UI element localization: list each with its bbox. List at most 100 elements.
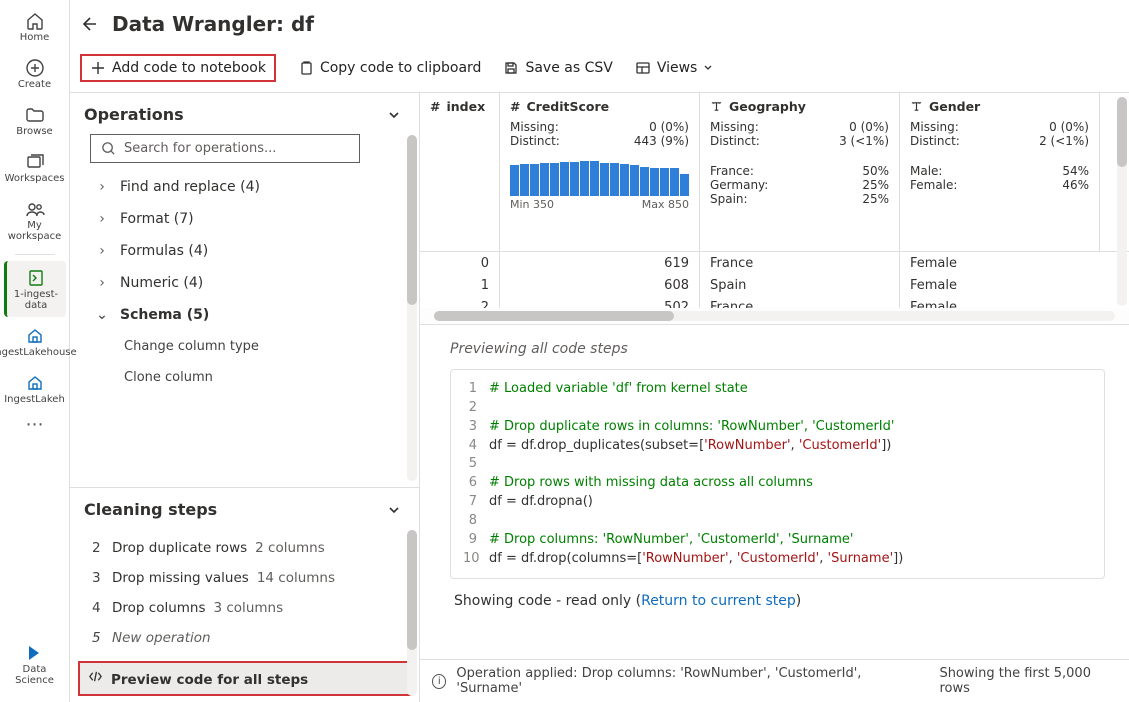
cell: 502 xyxy=(500,296,700,308)
cleaning-header[interactable]: Cleaning steps xyxy=(70,488,419,527)
scroll-thumb[interactable] xyxy=(407,135,417,305)
sidebar-item-label: Create xyxy=(18,79,51,90)
sidebar-item-datascience[interactable]: Data Science xyxy=(4,636,66,692)
save-csv-button[interactable]: Save as CSV xyxy=(503,60,612,76)
hist-bar xyxy=(610,163,619,196)
spark-min: Min 350 xyxy=(510,198,554,211)
sidebar-item-home[interactable]: Home xyxy=(4,4,66,49)
op-label: Find and replace (4) xyxy=(120,179,260,195)
cell: Female xyxy=(900,252,1100,274)
sidebar-more[interactable]: ⋯ xyxy=(4,413,66,437)
search-placeholder: Search for operations... xyxy=(124,141,276,156)
code-line: 8 xyxy=(463,512,1092,531)
plus-icon xyxy=(90,60,106,76)
col-header-index[interactable]: # index xyxy=(420,93,499,120)
stat-label: Missing: xyxy=(710,120,759,134)
code-preview-label: Previewing all code steps xyxy=(450,341,1105,357)
code-line: 7df = df.dropna() xyxy=(463,493,1092,512)
vscroll[interactable] xyxy=(1117,97,1127,306)
op-category-find-replace[interactable]: ›Find and replace (4) xyxy=(92,171,409,203)
status-rows: Showing the first 5,000 rows xyxy=(939,666,1117,696)
sidebar-item-ingestlakehouse-1[interactable]: IngestLakehouse xyxy=(4,319,66,364)
operations-header[interactable]: Operations xyxy=(70,93,419,132)
sidebar-item-create[interactable]: Create xyxy=(4,51,66,96)
creditscore-histogram xyxy=(500,154,699,196)
cell: Female xyxy=(900,296,1100,308)
stat-label: Missing: xyxy=(510,120,559,134)
op-clone-column[interactable]: Clone column xyxy=(92,362,409,393)
stat-value: 0 (0%) xyxy=(649,120,689,134)
workspaces-icon xyxy=(24,151,46,173)
stat-value: 2 (<1%) xyxy=(1039,134,1089,148)
operations-list: ›Find and replace (4) ›Format (7) ›Formu… xyxy=(70,171,419,397)
table-row[interactable]: 2 502 France Female xyxy=(420,296,1129,308)
sidebar-item-label: IngestLakehouse xyxy=(0,347,77,358)
preview-code-all-steps[interactable]: Preview code for all steps xyxy=(78,661,411,696)
status-bar: i Operation applied: Drop columns: 'RowN… xyxy=(420,659,1129,702)
chevron-down-icon: ⌄ xyxy=(96,307,108,323)
copy-code-button[interactable]: Copy code to clipboard xyxy=(298,60,481,76)
hist-bar xyxy=(680,174,689,196)
table-row[interactable]: 0 619 France Female xyxy=(420,252,1129,274)
step-row[interactable]: 2Drop duplicate rows2 columns xyxy=(88,533,409,563)
step-row[interactable]: 3Drop missing values14 columns xyxy=(88,563,409,593)
add-code-button[interactable]: Add code to notebook xyxy=(80,54,276,82)
code-line: 10df = df.drop(columns=['RowNumber', 'Cu… xyxy=(463,550,1092,569)
chevron-down-icon xyxy=(387,503,401,517)
stat-label: Missing: xyxy=(910,120,959,134)
hist-bar xyxy=(650,168,659,196)
stat-value: 0 (0%) xyxy=(849,120,889,134)
op-category-schema[interactable]: ⌄Schema (5) xyxy=(92,299,409,331)
col-label: CreditScore xyxy=(526,99,609,114)
step-row[interactable]: 4Drop columns3 columns xyxy=(88,593,409,623)
code-line: 9# Drop columns: 'RowNumber', 'CustomerI… xyxy=(463,531,1092,550)
hist-bar xyxy=(560,162,569,196)
hist-bar xyxy=(520,164,529,196)
hist-bar xyxy=(590,161,599,196)
sidebar-item-ingest-data[interactable]: 1-ingest-data xyxy=(4,261,66,317)
toolbar-btn-label: Copy code to clipboard xyxy=(320,60,481,76)
stat-value: 443 (9%) xyxy=(634,134,689,148)
cell: Spain xyxy=(700,274,900,296)
col-header-gender[interactable]: Gender xyxy=(900,93,1099,120)
op-category-format[interactable]: ›Format (7) xyxy=(92,203,409,235)
cell: 608 xyxy=(500,274,700,296)
hscroll[interactable] xyxy=(420,308,1129,324)
cat-label: France: xyxy=(710,164,754,178)
cat-value: 46% xyxy=(1062,178,1089,192)
toolbar-btn-label: Views xyxy=(657,60,698,76)
cell: 619 xyxy=(500,252,700,274)
sidebar-item-workspaces[interactable]: Workspaces xyxy=(4,145,66,190)
chevron-right-icon: › xyxy=(96,243,108,259)
cat-label: Spain: xyxy=(710,192,748,206)
spark-max: Max 850 xyxy=(642,198,689,211)
lakehouse-icon xyxy=(24,325,46,347)
search-input[interactable]: Search for operations... xyxy=(90,134,360,163)
col-header-creditscore[interactable]: # CreditScore xyxy=(500,93,699,120)
op-change-column-type[interactable]: Change column type xyxy=(92,331,409,362)
col-label: Gender xyxy=(929,99,980,114)
table-row[interactable]: 1 608 Spain Female xyxy=(420,274,1129,296)
hscroll-thumb[interactable] xyxy=(434,311,674,321)
op-category-numeric[interactable]: ›Numeric (4) xyxy=(92,267,409,299)
return-to-step-link[interactable]: Return to current step xyxy=(641,593,796,609)
sidebar-item-ingestlakehouse-2[interactable]: IngestLakeh xyxy=(4,366,66,411)
status-msg: Operation applied: Drop columns: 'RowNum… xyxy=(456,666,909,696)
chevron-right-icon: › xyxy=(96,211,108,227)
datascience-icon xyxy=(24,642,46,664)
col-header-geography[interactable]: Geography xyxy=(700,93,899,120)
step-row-new[interactable]: 5New operation xyxy=(88,623,409,653)
col-label: Geography xyxy=(729,99,806,114)
views-button[interactable]: Views xyxy=(635,60,714,76)
cell: 0 xyxy=(420,252,500,274)
scroll-thumb[interactable] xyxy=(407,530,417,650)
sidebar-item-my-workspace[interactable]: My workspace xyxy=(4,192,66,248)
sidebar-item-label: IngestLakeh xyxy=(4,394,65,405)
sidebar-item-browse[interactable]: Browse xyxy=(4,98,66,143)
back-button[interactable] xyxy=(74,10,102,38)
chevron-down-icon xyxy=(387,108,401,122)
op-category-formulas[interactable]: ›Formulas (4) xyxy=(92,235,409,267)
vscroll-thumb[interactable] xyxy=(1117,97,1127,167)
code-footer: Showing code - read only (Return to curr… xyxy=(450,579,1105,609)
cat-label: Male: xyxy=(910,164,942,178)
